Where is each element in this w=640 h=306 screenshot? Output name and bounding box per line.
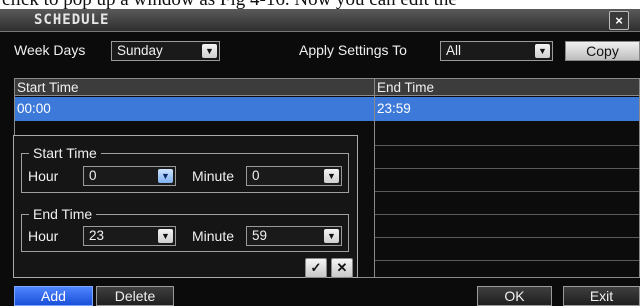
week-days-select[interactable]: Sunday ▼ [111,41,220,61]
header-start-time: Start Time [15,79,375,96]
start-hour-label: Hour [28,168,59,184]
start-hour-value: 0 [89,168,97,183]
end-hour-select[interactable]: 23 ▼ [83,226,176,246]
start-time-group-title: Start Time [29,144,101,162]
x-icon: ✕ [336,260,348,275]
apply-settings-select[interactable]: All ▼ [440,41,553,61]
close-icon: × [615,13,623,28]
copy-button[interactable]: Copy [565,41,640,61]
row-divider [375,214,639,215]
chevron-down-icon: ▼ [324,169,339,183]
title-bar: SCHEDULE × [0,9,640,32]
row-divider [375,260,639,261]
end-minute-label: Minute [192,228,235,244]
end-minute-select[interactable]: 59 ▼ [246,226,342,246]
end-hour-value: 23 [89,228,105,243]
delete-button[interactable]: Delete [96,286,174,306]
window-title: SCHEDULE [34,12,110,28]
apply-settings-value: All [446,43,462,58]
schedule-dialog: SCHEDULE × Week Days Sunday ▼ Apply Sett… [0,9,640,306]
exit-button[interactable]: Exit [563,286,640,306]
start-minute-label: Minute [192,168,235,184]
chevron-down-icon: ▼ [324,229,339,243]
header-end-time: End Time [375,79,639,96]
confirm-button[interactable]: ✓ [305,258,327,278]
time-edit-popup: Start Time Hour 0 ▼ Minute 0 ▼ End Time … [13,135,358,278]
ok-button[interactable]: OK [477,286,552,306]
end-hour-label: Hour [28,228,59,244]
table-row[interactable]: 00:00 23:59 [15,97,639,121]
chevron-down-icon: ▼ [158,229,173,243]
close-button[interactable]: × [609,11,629,30]
start-hour-select[interactable]: 0 ▼ [83,166,176,186]
start-time-group: Start Time Hour 0 ▼ Minute 0 ▼ [21,144,349,193]
check-icon: ✓ [310,260,322,275]
start-minute-value: 0 [252,168,260,183]
bottom-bar: Add Delete OK Exit [0,286,640,306]
chevron-down-icon: ▼ [158,169,173,183]
row-divider [375,191,639,192]
row-divider [375,237,639,238]
end-time-group-title: End Time [29,205,97,223]
week-days-value: Sunday [117,43,163,58]
start-minute-select[interactable]: 0 ▼ [246,166,342,186]
apply-settings-label: Apply Settings To [299,42,407,58]
week-days-label: Week Days [14,42,86,58]
chevron-down-icon: ▼ [535,44,550,58]
row-divider [375,168,639,169]
column-divider [374,79,375,277]
end-time-group: End Time Hour 23 ▼ Minute 59 ▼ [21,205,349,252]
row-divider [375,145,639,146]
cancel-button[interactable]: ✕ [331,258,353,278]
add-button[interactable]: Add [14,286,93,306]
row-start-time: 00:00 [17,101,51,116]
chevron-down-icon: ▼ [202,44,217,58]
row-end-time: 23:59 [377,101,411,116]
end-minute-value: 59 [252,228,268,243]
